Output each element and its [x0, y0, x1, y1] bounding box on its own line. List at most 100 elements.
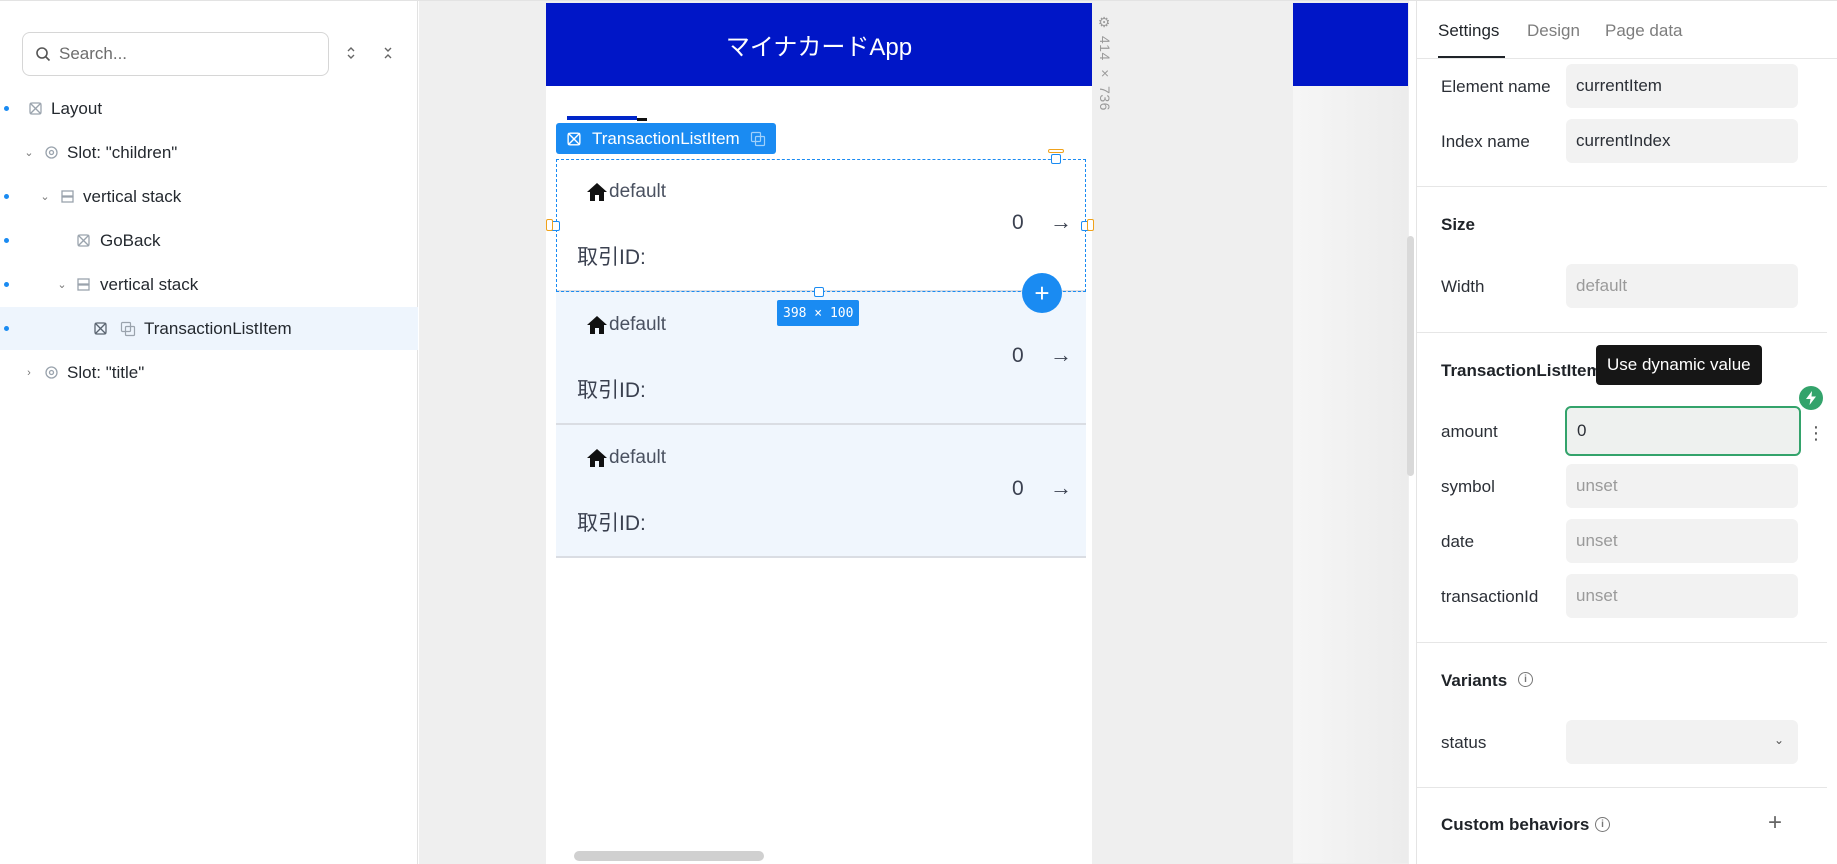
second-page-body — [1293, 86, 1408, 863]
arrow-right-icon: → — [1050, 209, 1072, 234]
device-size-label: ⚙ 414 × 736 — [1097, 15, 1113, 111]
layer-search[interactable] — [22, 32, 329, 76]
date-label: date — [1441, 532, 1475, 551]
chevron-up-down-icon — [347, 47, 355, 59]
status-label: status — [1441, 733, 1487, 752]
repeat-icon — [119, 320, 137, 338]
chevron-right-icon[interactable]: › — [22, 366, 36, 380]
expand-all-button[interactable] — [341, 43, 361, 63]
dynamic-value-tooltip: Use dynamic value — [1596, 345, 1762, 385]
resize-handle-top[interactable] — [1051, 154, 1061, 164]
amount: 0 — [1012, 477, 1024, 500]
layer-item-layout[interactable]: Layout — [0, 87, 418, 130]
gear-icon[interactable]: ⚙ — [1097, 15, 1113, 32]
variants-section-title: Variants — [1441, 671, 1508, 690]
settings-panel: Settings Design Page data Element name I… — [1416, 1, 1837, 864]
stack-icon — [58, 188, 76, 206]
second-page-header — [1293, 3, 1408, 86]
transaction-id-label: 取引ID: — [577, 512, 646, 535]
divider — [1417, 332, 1827, 333]
symbol-label: default — [609, 447, 667, 468]
margin-handle-left[interactable] — [546, 219, 553, 231]
layer-item-vertical-stack[interactable]: ⌄ vertical stack — [0, 263, 418, 306]
symbol-input[interactable] — [1566, 464, 1798, 508]
app-header[interactable]: マイナカードApp — [546, 3, 1092, 86]
amount-input[interactable] — [1565, 406, 1801, 456]
transaction-id-input[interactable] — [1566, 574, 1798, 618]
resize-handle-bottom[interactable] — [814, 287, 824, 297]
vertical-scrollbar[interactable] — [1407, 236, 1414, 476]
selection-tag[interactable]: TransactionListItem — [556, 123, 776, 154]
amount: 0 — [1012, 211, 1024, 234]
amount-label: amount — [1441, 422, 1498, 441]
chevron-down-icon[interactable]: ⌄ — [55, 278, 69, 292]
tab-settings[interactable]: Settings — [1438, 21, 1499, 41]
layer-label: Slot: "children" — [67, 142, 178, 162]
layer-item-slot-children[interactable]: ⌄ Slot: "children" — [0, 131, 418, 174]
index-name-label: Index name — [1441, 132, 1530, 151]
divider — [1417, 787, 1827, 788]
active-tab-indicator — [1438, 56, 1505, 58]
component-icon — [26, 100, 44, 118]
width-input[interactable] — [1566, 264, 1798, 308]
chevron-down-icon[interactable]: ⌄ — [38, 190, 52, 204]
design-canvas[interactable]: マイナカードApp ⚙ 414 × 736 default 0 → 取引ID: … — [419, 1, 1409, 864]
layer-item-transactionlistitem[interactable]: TransactionListItem — [0, 307, 418, 350]
custom-behaviors-title: Custom behaviors — [1441, 815, 1590, 834]
symbol: default — [586, 314, 666, 336]
horizontal-scrollbar[interactable] — [574, 851, 764, 861]
second-page-frame[interactable] — [1293, 3, 1408, 863]
layers-panel: Layout ⌄ Slot: "children" ⌄ vertical sta… — [0, 1, 418, 864]
element-name-label: Element name — [1441, 77, 1551, 96]
transaction-id-label: 取引ID: — [577, 379, 646, 402]
info-icon[interactable]: i — [1595, 817, 1610, 832]
width-label: Width — [1441, 277, 1485, 296]
tab-design[interactable]: Design — [1527, 21, 1580, 41]
margin-handle-right[interactable] — [1087, 219, 1094, 231]
transaction-id-label: transactionId — [1441, 587, 1539, 606]
symbol: default — [586, 447, 666, 469]
layer-label: Layout — [51, 98, 103, 118]
search-input[interactable] — [59, 44, 299, 64]
slot-icon — [42, 144, 60, 162]
transaction-list-item[interactable]: default 0 → 取引ID: — [556, 425, 1086, 558]
layer-item-goback[interactable]: GoBack — [0, 219, 418, 262]
more-options-icon[interactable]: ⋮ — [1807, 423, 1825, 443]
margin-handle-top[interactable] — [1048, 149, 1064, 153]
layer-label: TransactionListItem — [144, 318, 292, 338]
add-behavior-button[interactable]: + — [1765, 811, 1785, 835]
tab-page-data[interactable]: Page data — [1605, 21, 1683, 41]
app-window: Layout ⌄ Slot: "children" ⌄ vertical sta… — [0, 0, 1837, 864]
component-icon — [91, 320, 109, 338]
status-select[interactable]: ⌄ — [1566, 720, 1798, 764]
selection-size-badge: 398 × 100 — [777, 300, 860, 326]
layer-item-slot-title[interactable]: › Slot: "title" — [0, 351, 418, 394]
home-icon — [587, 316, 607, 334]
slot-icon — [42, 364, 60, 382]
chevron-down-icon: ⌄ — [1773, 733, 1784, 747]
info-icon[interactable]: i — [1518, 672, 1533, 687]
visible-dot — [4, 194, 9, 199]
arrow-right-icon: → — [1050, 475, 1072, 500]
layer-label: Slot: "title" — [67, 362, 145, 382]
plus-icon: + — [1034, 278, 1050, 308]
stack-icon — [74, 276, 92, 294]
chevron-down-icon[interactable]: ⌄ — [22, 146, 36, 160]
arrow-right-icon: → — [1050, 342, 1072, 367]
index-name-input[interactable] — [1566, 119, 1798, 163]
dynamic-value-button[interactable] — [1799, 386, 1823, 410]
panel-tabs: Settings Design Page data — [1417, 1, 1837, 59]
lightning-icon — [1806, 391, 1816, 405]
transaction-list-item[interactable]: default 0 → 取引ID: — [556, 159, 1086, 292]
symbol-label: default — [609, 314, 667, 335]
goback-element[interactable] — [567, 116, 637, 120]
symbol: default — [586, 181, 666, 203]
component-icon — [567, 131, 581, 146]
collapse-icon — [384, 47, 392, 59]
collapse-all-button[interactable] — [378, 43, 398, 63]
add-element-button[interactable]: + — [1022, 273, 1062, 313]
element-name-input[interactable] — [1566, 64, 1798, 108]
date-input[interactable] — [1566, 519, 1798, 563]
layer-item-vertical-stack[interactable]: ⌄ vertical stack — [0, 175, 418, 218]
search-icon — [36, 47, 51, 62]
